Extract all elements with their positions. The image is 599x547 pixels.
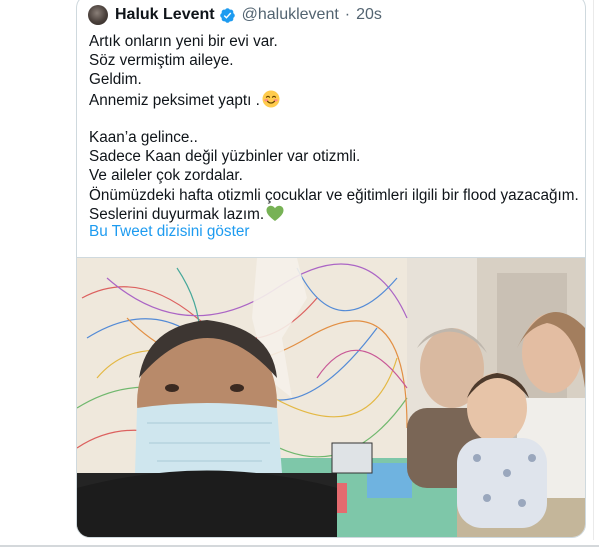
author-avatar[interactable] [88,5,108,25]
green-heart-icon [266,205,284,221]
text-line-with-emoji: Seslerini duyurmak lazım. [89,205,579,224]
text-line: Geldim. [89,71,142,89]
photo-illustration [77,258,585,537]
text-line: Ve aileler çok zordalar. [89,167,243,185]
column-divider [593,0,594,540]
author-name[interactable]: Haluk Levent [115,6,215,24]
text-line: Seslerini duyurmak lazım. [89,205,265,223]
text-line: Söz vermiştim aileye. [89,52,234,70]
tweet-header: Haluk Levent @haluklevent · 20s [88,4,382,26]
tweet-text: Artık onların yeni bir evi var. Söz verm… [89,32,579,224]
text-line: Sadece Kaan değil yüzbinler var otizmli. [89,148,361,166]
smiling-face-icon [262,90,280,108]
text-line-with-emoji: Annemiz peksimet yaptı . [89,90,579,109]
text-line: Annemiz peksimet yaptı . [89,91,260,109]
text-line: Önümüzdeki hafta otizmli çocuklar ve eği… [89,186,579,204]
text-line: Kaan’a gelince.. [89,128,198,146]
time-separator: · [344,6,351,23]
text-line: Artık onların yeni bir evi var. [89,33,278,50]
author-handle[interactable]: @haluklevent [242,6,339,24]
tweet-timestamp[interactable]: 20s [356,6,382,24]
verified-badge-icon [219,7,235,23]
tweet-photo[interactable] [77,257,585,537]
tweet-card[interactable]: Haluk Levent @haluklevent · 20s Artık on… [76,0,586,538]
show-thread-link[interactable]: Bu Tweet dizisini göster [89,223,249,241]
